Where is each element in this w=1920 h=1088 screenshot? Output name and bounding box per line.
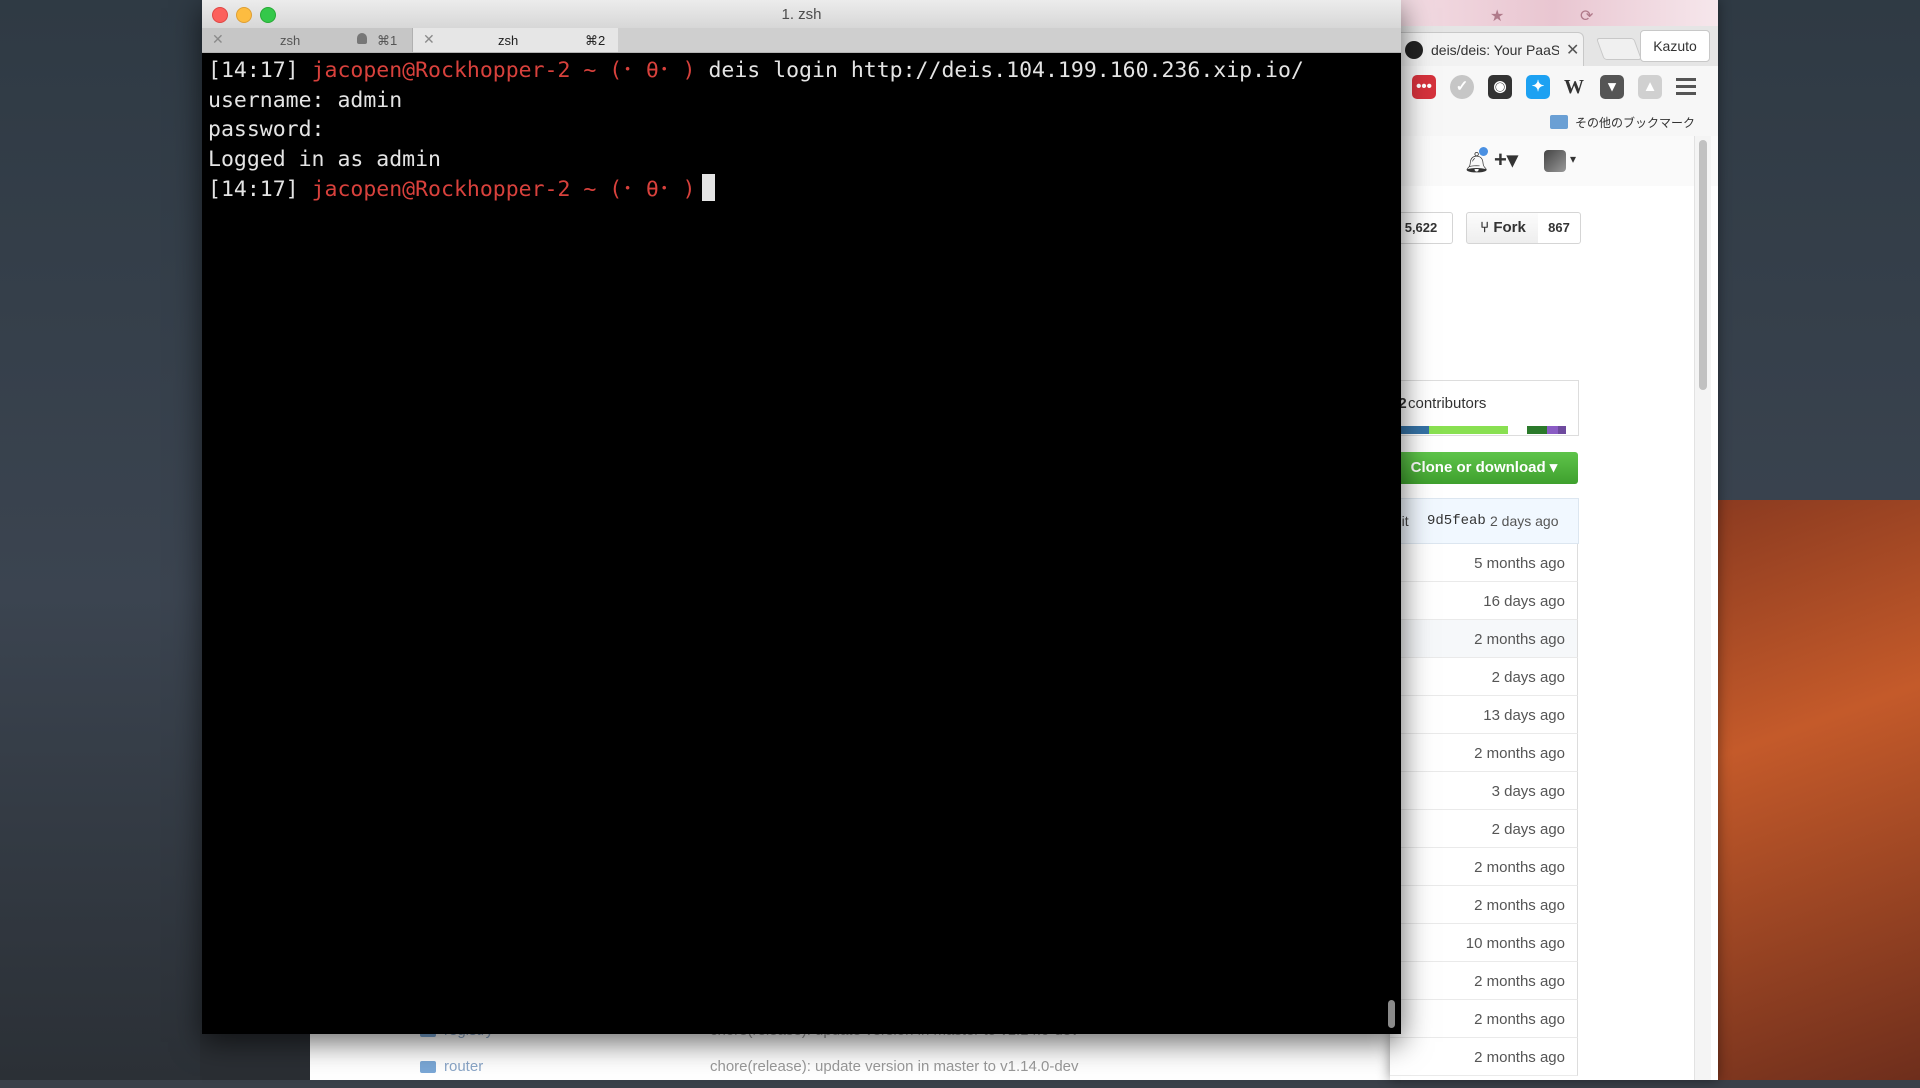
terminal-line: [14:17] jacopen@Rockhopper-2 ~ (･ θ･ ) [208,174,1378,204]
tab-label: zsh [498,33,519,48]
language-segment-go [1527,426,1547,434]
twitter-icon[interactable]: ✦ [1526,75,1550,99]
avatar[interactable] [1544,150,1566,172]
pocket-icon[interactable]: ▾ [1600,75,1624,99]
terminal-line: password: [208,117,325,142]
fork-label: Fork [1493,219,1526,236]
fork-button[interactable]: ⑂ Fork [1466,212,1540,244]
latest-commit-bar: mit 9d5feab 2 days ago [1390,498,1579,544]
chevron-down-icon[interactable]: ▾ [1570,152,1576,166]
window-title: 1. zsh [781,6,822,23]
browser-tab-bar: deis/deis: Your PaaS ✕ Kazuto [1390,26,1718,67]
browser-tab[interactable]: deis/deis: Your PaaS ✕ [1390,32,1584,67]
terminal-tab-1[interactable]: ✕ zsh ⌘1 [202,28,413,52]
timestamp: [14:17] [208,58,312,83]
github-header: 🔔︎ +▾ ▾ [1390,136,1718,186]
scroll-thumb[interactable] [1699,140,1707,390]
shell-prompt: jacopen@Rockhopper-2 ~ (･ θ･ ) [311,177,696,202]
list-item: 2 months ago [1390,1038,1578,1076]
browser-theme-header: ★ ⟳ [1390,0,1718,26]
create-new-icon[interactable]: +▾ [1494,147,1518,173]
latest-commit-time: 2 days ago [1490,513,1559,529]
star-icon: ★ [1490,8,1505,25]
list-item: 2 months ago [1390,620,1578,658]
bell-icon [357,33,367,44]
desktop-dock-edge [200,1030,320,1080]
terminal-tab-bar: ✕ zsh ⌘1 ✕ zsh ⌘2 [202,28,1401,53]
terminal-titlebar[interactable]: 1. zsh [202,0,1401,29]
bookmarks-bar: その他のブックマーク [1390,108,1718,137]
profile-button[interactable]: Kazuto [1640,30,1710,62]
menu-icon[interactable] [1676,78,1696,96]
latest-commit-hash[interactable]: 9d5feab [1427,513,1486,529]
fork-icon: ⑂ [1480,219,1490,236]
bandcamp-icon[interactable]: ◉ [1488,75,1512,99]
drive-icon[interactable]: ▲ [1638,75,1662,99]
commit-message[interactable]: chore(release): update version in master… [710,1058,1079,1075]
terminal-line: username: admin [208,87,403,113]
file-name[interactable]: router [444,1058,483,1075]
contributors-label: contributors [1408,395,1487,412]
list-item: 2 months ago [1390,886,1578,924]
list-item: 16 days ago [1390,582,1578,620]
list-item: 10 months ago [1390,924,1578,962]
command-text: deis login http://deis.104.199.160.236.x… [695,58,1304,83]
text-cursor[interactable] [701,174,715,201]
list-item: 2 months ago [1390,1000,1578,1038]
close-tab-icon[interactable]: ✕ [1566,40,1579,60]
notification-dot [1479,147,1488,156]
folder-icon [1550,115,1568,129]
language-segment-misc [1558,426,1567,434]
wikipedia-icon[interactable]: W [1562,75,1586,99]
circle-icon[interactable]: ✓ [1450,75,1474,99]
list-item: 2 days ago [1390,810,1578,848]
list-item: 5 months ago [1390,544,1578,582]
list-item: 2 months ago [1390,962,1578,1000]
file-age-list: 5 months ago 16 days ago 2 months ago 2 … [1390,544,1578,1076]
browser-tab-title: deis/deis: Your PaaS [1431,42,1559,58]
new-tab-button[interactable] [1595,38,1643,60]
language-bar[interactable] [1390,426,1567,434]
tab-label: zsh [280,33,301,48]
fork-count[interactable]: 867 [1538,212,1581,244]
tab-shortcut: ⌘2 [585,33,606,48]
list-item: 3 days ago [1390,772,1578,810]
terminal-scrollbar[interactable] [1388,1000,1395,1028]
github-icon [1405,41,1423,59]
list-item: 2 months ago [1390,848,1578,886]
tab-shortcut: ⌘1 [377,33,398,48]
list-item: 2 months ago [1390,734,1578,772]
todoist-icon[interactable]: ••• [1412,75,1436,99]
desktop-wallpaper-rock [1700,500,1920,1080]
browser-window: ★ ⟳ deis/deis: Your PaaS ✕ Kazuto ••• ✓ … [1390,0,1718,1080]
sync-icon: ⟳ [1580,8,1594,25]
terminal-tab-2[interactable]: ✕ zsh ⌘2 [413,28,618,52]
folder-icon [420,1061,436,1073]
clone-or-download-button[interactable]: Clone or download ▾ [1390,452,1578,484]
list-item: 13 days ago [1390,696,1578,734]
terminal-output[interactable]: [14:17] jacopen@Rockhopper-2 ~ (･ θ･ ) d… [208,56,1378,1028]
close-icon[interactable]: ✕ [212,31,224,48]
language-segment-other [1546,426,1559,434]
timestamp: [14:17] [208,177,312,202]
shell-prompt: jacopen@Rockhopper-2 ~ (･ θ･ ) [311,58,696,83]
browser-scrollbar[interactable] [1694,136,1711,1080]
close-icon[interactable]: ✕ [423,31,435,48]
language-segment-shell [1428,426,1508,434]
list-item: 2 days ago [1390,658,1578,696]
terminal-line: Logged in as admin [208,146,441,172]
terminal-window: 1. zsh ✕ zsh ⌘1 ✕ zsh ⌘2 [14:17] jacopen… [202,0,1401,1034]
terminal-line: [14:17] jacopen@Rockhopper-2 ~ (･ θ･ ) d… [208,56,1378,86]
browser-toolbar: ••• ✓ ◉ ✦ W ▾ ▲ [1390,66,1718,108]
other-bookmarks-folder[interactable]: その他のブックマーク [1575,114,1695,131]
